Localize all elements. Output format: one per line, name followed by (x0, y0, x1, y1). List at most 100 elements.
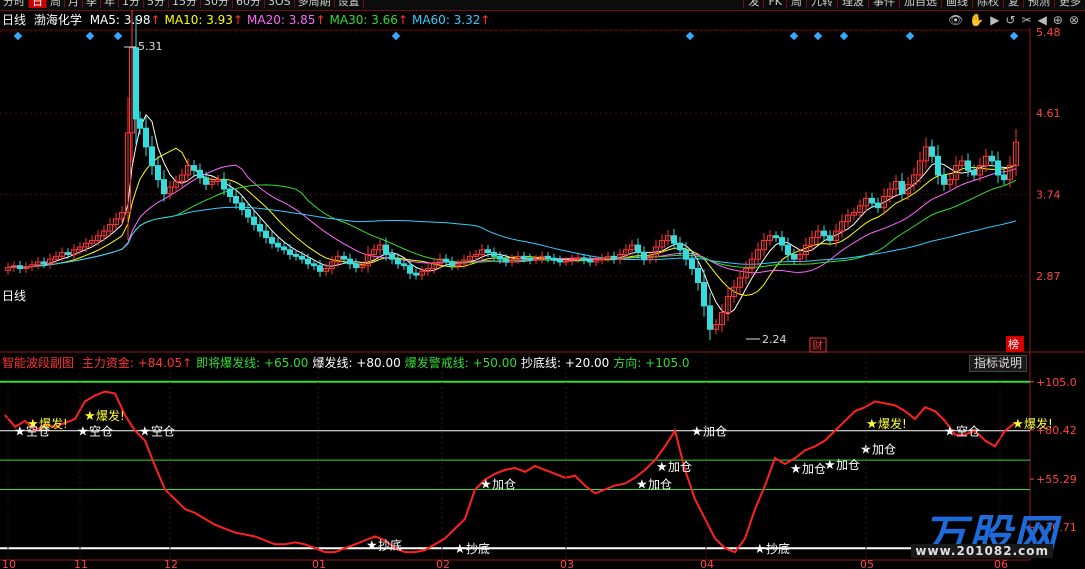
candle-body (563, 260, 569, 263)
candle-body (503, 258, 509, 263)
month-label: 10 (2, 558, 16, 569)
candle-body (965, 160, 971, 171)
event-diamond-icon[interactable] (685, 31, 695, 41)
signal-label: 加仓 (668, 460, 692, 474)
candle-body (389, 253, 395, 260)
event-diamond-icon[interactable] (113, 31, 123, 41)
star-icon: ★ (366, 538, 378, 553)
signal-label: 抄底 (766, 541, 790, 556)
candle-body (875, 202, 881, 209)
candle-body (281, 246, 287, 251)
candle-body (133, 47, 139, 120)
main-fund-line (4, 390, 1016, 554)
period-mark: 日线 (2, 289, 26, 303)
signal-label: 加仓 (802, 462, 826, 476)
candle-body (899, 181, 905, 195)
event-diamond-icon[interactable] (839, 31, 849, 41)
candle-body (353, 263, 359, 269)
candle-body (287, 249, 293, 255)
month-label: 11 (74, 558, 88, 569)
price-axis-label: 5.48 (1036, 26, 1061, 39)
stock-chart[interactable]: 5.484.613.742.87 5.312.24日线财榜 +105.0+80.… (0, 0, 1085, 569)
candle-body (245, 209, 251, 218)
ma-line-5 (7, 114, 1017, 315)
signal-label: 加仓 (703, 425, 727, 439)
candle-body (935, 155, 941, 176)
candle-body (407, 265, 413, 274)
signal-label: 空仓 (26, 425, 50, 439)
signal-label: 爆发! (96, 408, 125, 423)
event-diamond-icon[interactable] (13, 31, 23, 41)
candle-body (395, 258, 401, 265)
indicator-axis-label: +55.29 (1036, 473, 1077, 486)
star-icon: ★ (824, 458, 836, 473)
star-icon: ★ (14, 425, 26, 440)
candle-body (257, 224, 263, 232)
candle-body (707, 305, 713, 330)
candle-body (995, 160, 1001, 176)
candle-body (1001, 174, 1007, 181)
candle-body (701, 282, 707, 307)
candle-body (551, 257, 557, 261)
candle-body (161, 179, 167, 195)
candle-body (305, 258, 311, 265)
candle-body (677, 242, 683, 251)
price-axis-label: 4.61 (1036, 107, 1061, 120)
candle-body (575, 257, 581, 260)
indicator-axis-label: +105.0 (1036, 376, 1077, 389)
candle-body (41, 261, 47, 265)
signal-label: 抄底 (466, 541, 490, 556)
candle-body (383, 244, 389, 255)
candle-body (149, 146, 155, 167)
month-label: 01 (312, 558, 326, 569)
candle-body (641, 252, 647, 260)
event-diamond-icon[interactable] (789, 31, 799, 41)
candle-body (347, 258, 353, 265)
finance-badge[interactable]: 财 (809, 337, 827, 353)
candle-body (233, 195, 239, 204)
star-icon: ★ (84, 409, 96, 424)
watermark-url: www.201082.com (911, 544, 1053, 558)
signal-label: 空仓 (151, 425, 175, 439)
star-icon: ★ (866, 417, 878, 432)
rank-badge[interactable]: 榜 (1006, 336, 1024, 352)
signal-label: 空仓 (956, 425, 980, 439)
candle-body (299, 255, 305, 260)
candle-body (293, 253, 299, 257)
candle-body (311, 263, 317, 267)
candle-body (263, 230, 269, 239)
star-icon: ★ (691, 425, 703, 440)
candle-body (491, 252, 497, 257)
event-diamond-icon[interactable] (391, 31, 401, 41)
candle-body (611, 255, 617, 260)
candle-body (689, 258, 695, 270)
candle-body (341, 255, 347, 260)
candle-body (773, 235, 779, 239)
candle-body (695, 268, 701, 284)
event-diamond-icon[interactable] (813, 31, 823, 41)
candle-body (143, 127, 149, 148)
candle-body (65, 252, 71, 255)
candle-body (545, 255, 551, 259)
candle-body (779, 237, 785, 246)
high-price-label: 5.31 (138, 40, 163, 53)
month-label: 04 (700, 558, 714, 569)
star-icon: ★ (656, 460, 668, 475)
star-icon: ★ (139, 425, 151, 440)
candle-body (557, 259, 563, 263)
candle-body (197, 169, 203, 179)
price-axis-label: 2.87 (1036, 270, 1061, 283)
star-icon: ★ (790, 462, 802, 477)
candle-body (581, 257, 587, 261)
candle-body (791, 253, 797, 260)
event-diamond-icon[interactable] (1009, 31, 1019, 41)
month-label: 12 (164, 558, 178, 569)
candle-body (635, 244, 641, 254)
candle-body (671, 235, 677, 244)
candle-body (449, 261, 455, 267)
event-diamond-icon[interactable] (85, 31, 95, 41)
candle-body (989, 155, 995, 162)
event-diamond-icon[interactable] (905, 31, 915, 41)
candle-body (17, 265, 23, 270)
candle-body (827, 235, 833, 241)
